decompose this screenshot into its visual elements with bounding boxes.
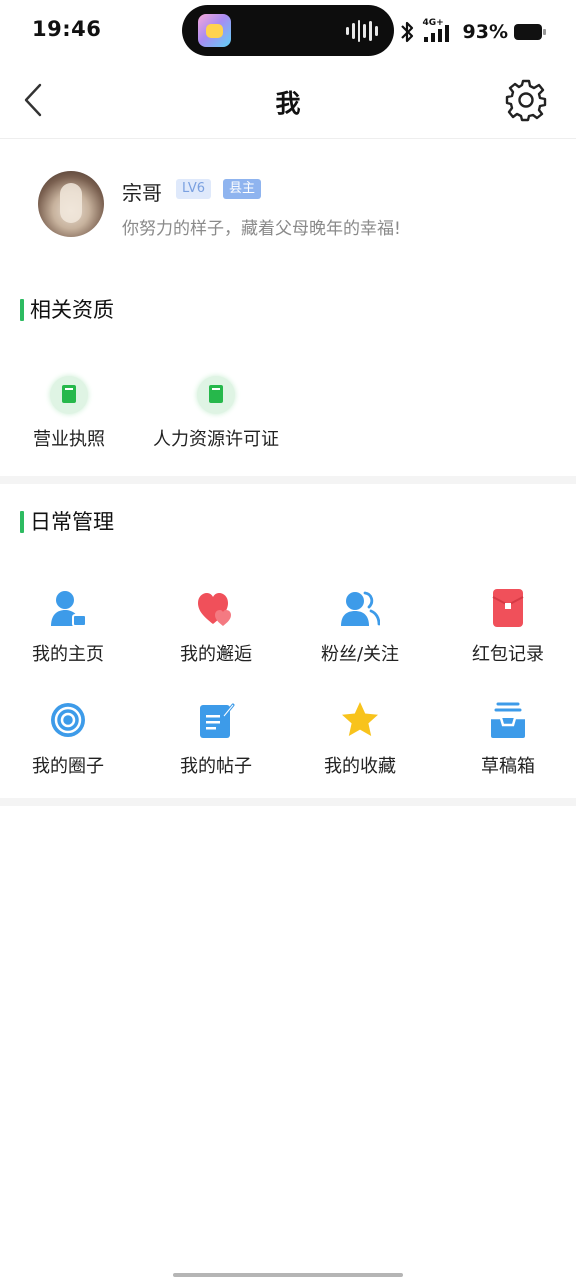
menu-item-my-homepage[interactable]: 我的主页 (0, 588, 140, 672)
circle-target-icon (51, 703, 85, 737)
avatar[interactable] (38, 171, 104, 237)
menu-item-label: 我的主页 (32, 644, 104, 665)
nav-bar: 我 (0, 64, 576, 139)
status-time: 19:46 (32, 17, 102, 41)
menu-item-my-favorites[interactable]: 我的收藏 (288, 700, 432, 784)
dynamic-island[interactable] (182, 5, 394, 56)
signal-icon: 4G+ (423, 18, 455, 44)
level-badge: LV6 (176, 179, 211, 199)
profile-header[interactable]: 宗哥 LV6 县主 你努力的样子，藏着父母晚年的幸福! (0, 139, 576, 269)
section-divider (0, 798, 576, 806)
battery-icon (514, 24, 546, 40)
menu-item-label: 我的邂逅 (180, 644, 252, 665)
section-title-qualifications: 相关资质 (30, 298, 114, 322)
book-icon (197, 376, 235, 414)
bluetooth-icon (400, 21, 413, 43)
star-icon (342, 702, 378, 736)
role-badge: 县主 (223, 179, 262, 199)
menu-item-label: 红包记录 (472, 644, 544, 665)
profile-page: 19:46 4G+ 93% 我 宗哥 LV6 县主 你努力的样子，藏着父母晚年的… (0, 0, 576, 1280)
red-envelope-icon (492, 589, 524, 627)
profile-bio: 你努力的样子，藏着父母晚年的幸福! (122, 219, 401, 239)
hearts-icon (198, 593, 231, 626)
qualification-hr-permit[interactable]: 人力资源许可证 (148, 376, 284, 456)
menu-item-label: 草稿箱 (481, 756, 535, 777)
menu-item-drafts[interactable]: 草稿箱 (436, 700, 576, 784)
status-bar: 19:46 4G+ 93% (0, 0, 576, 64)
profile-name: 宗哥 (122, 181, 162, 205)
section-divider (0, 476, 576, 484)
dynamic-island-app-icon (198, 14, 231, 47)
qualification-business-license[interactable]: 营业执照 (28, 376, 110, 456)
menu-item-my-circles[interactable]: 我的圈子 (0, 700, 140, 784)
home-indicator[interactable] (173, 1273, 403, 1277)
menu-item-label: 粉丝/关注 (320, 644, 400, 665)
gear-icon (505, 79, 547, 122)
section-title-daily-management: 日常管理 (30, 510, 114, 534)
menu-item-followers[interactable]: 粉丝/关注 (288, 588, 432, 672)
menu-item-red-envelope-records[interactable]: 红包记录 (436, 588, 576, 672)
audio-wave-icon (346, 20, 378, 42)
menu-item-my-encounters[interactable]: 我的邂逅 (144, 588, 288, 672)
book-icon (50, 376, 88, 414)
qualification-label: 营业执照 (33, 429, 105, 450)
qualification-label: 人力资源许可证 (153, 429, 279, 450)
battery-percent: 93% (462, 21, 508, 43)
menu-item-label: 我的收藏 (324, 756, 396, 777)
menu-item-label: 我的帖子 (180, 756, 252, 777)
status-indicators: 4G+ 93% (397, 18, 546, 45)
settings-button[interactable] (504, 78, 548, 122)
note-edit-icon (200, 703, 235, 738)
page-title: 我 (275, 89, 301, 118)
inbox-icon (491, 702, 525, 738)
menu-item-my-posts[interactable]: 我的帖子 (144, 700, 288, 784)
user-home-icon (51, 591, 87, 627)
followers-icon (341, 591, 380, 626)
menu-item-label: 我的圈子 (32, 756, 104, 777)
